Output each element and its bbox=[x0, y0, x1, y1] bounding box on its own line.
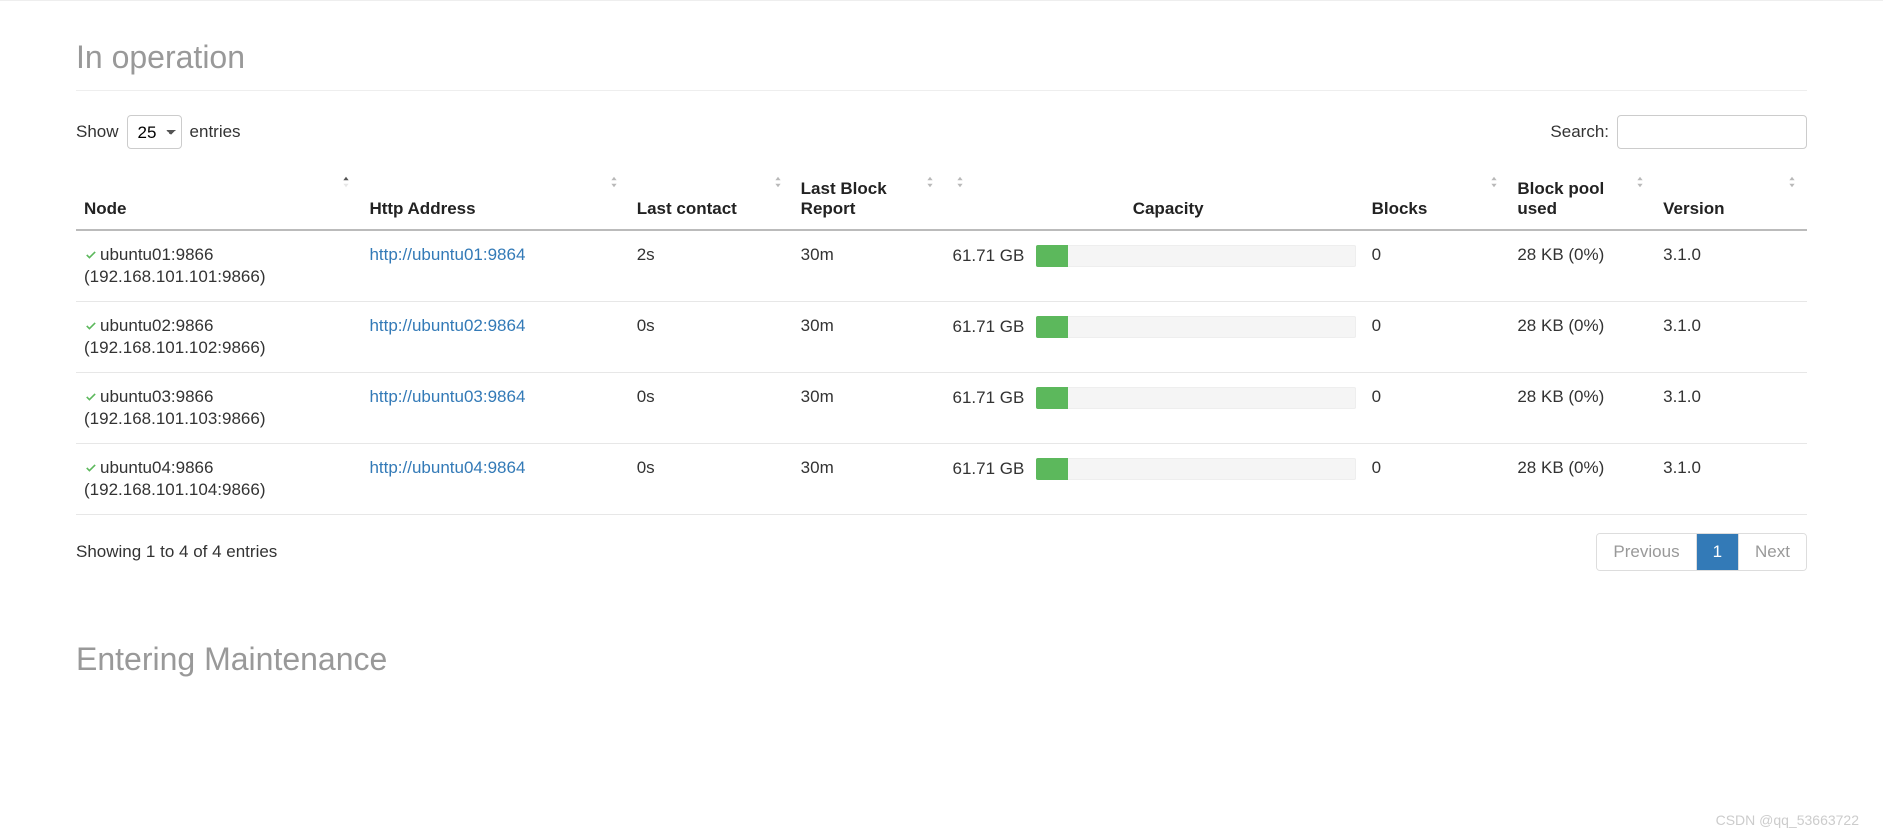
http-address-link[interactable]: http://ubuntu02:9864 bbox=[369, 316, 525, 335]
show-label: Show bbox=[76, 122, 119, 142]
col-last-contact[interactable]: Last contact bbox=[629, 169, 793, 230]
last-block-report-value: 30m bbox=[801, 245, 834, 264]
section-in-operation: In operation bbox=[76, 39, 1807, 91]
version-value: 3.1.0 bbox=[1663, 387, 1701, 406]
col-last-contact-label: Last contact bbox=[637, 199, 737, 218]
search-control: Search: bbox=[1550, 115, 1807, 149]
last-contact-value: 0s bbox=[637, 387, 655, 406]
blocks-value: 0 bbox=[1372, 245, 1381, 264]
section-entering-maintenance: Entering Maintenance bbox=[76, 641, 1807, 692]
search-input[interactable] bbox=[1617, 115, 1807, 149]
datanode-table: Node Http Address Last contact bbox=[76, 169, 1807, 515]
version-value: 3.1.0 bbox=[1663, 245, 1701, 264]
col-capacity[interactable]: Capacity bbox=[945, 169, 1364, 230]
node-name: ubuntu03:9866 bbox=[100, 387, 213, 406]
blocks-value: 0 bbox=[1372, 387, 1381, 406]
capacity-bar-fill bbox=[1036, 316, 1068, 338]
sort-icon bbox=[1785, 175, 1799, 189]
table-row: ubuntu04:9866 (192.168.101.104:9866) htt… bbox=[76, 444, 1807, 515]
search-label: Search: bbox=[1550, 122, 1609, 142]
node-address: (192.168.101.101:9866) bbox=[84, 267, 266, 286]
table-row: ubuntu01:9866 (192.168.101.101:9866) htt… bbox=[76, 230, 1807, 302]
node-name: ubuntu04:9866 bbox=[100, 458, 213, 477]
http-address-link[interactable]: http://ubuntu03:9864 bbox=[369, 387, 525, 406]
col-blocks[interactable]: Blocks bbox=[1364, 169, 1510, 230]
capacity-value: 61.71 GB bbox=[953, 459, 1025, 479]
last-block-report-value: 30m bbox=[801, 316, 834, 335]
col-http-address[interactable]: Http Address bbox=[361, 169, 628, 230]
capacity-bar-fill bbox=[1036, 245, 1068, 267]
sort-icon bbox=[607, 175, 621, 189]
capacity-value: 61.71 GB bbox=[953, 317, 1025, 337]
entries-label: entries bbox=[190, 122, 241, 142]
capacity-bar bbox=[1036, 245, 1355, 267]
capacity-bar bbox=[1036, 316, 1355, 338]
sort-asc-icon bbox=[339, 175, 353, 189]
next-button[interactable]: Next bbox=[1738, 534, 1806, 570]
col-block-pool-used[interactable]: Block pool used bbox=[1509, 169, 1655, 230]
node-address: (192.168.101.104:9866) bbox=[84, 480, 266, 499]
last-contact-value: 2s bbox=[637, 245, 655, 264]
page-1-button[interactable]: 1 bbox=[1696, 534, 1738, 570]
table-info: Showing 1 to 4 of 4 entries bbox=[76, 542, 277, 562]
capacity-bar-fill bbox=[1036, 387, 1068, 409]
block-pool-used-value: 28 KB (0%) bbox=[1517, 458, 1604, 477]
block-pool-used-value: 28 KB (0%) bbox=[1517, 245, 1604, 264]
entries-length-control: Show 25 entries bbox=[76, 115, 241, 149]
col-http-label: Http Address bbox=[369, 199, 475, 218]
watermark: CSDN @qq_53663722 bbox=[1716, 812, 1859, 828]
blocks-value: 0 bbox=[1372, 458, 1381, 477]
block-pool-used-value: 28 KB (0%) bbox=[1517, 316, 1604, 335]
node-name: ubuntu02:9866 bbox=[100, 316, 213, 335]
col-capacity-label: Capacity bbox=[1133, 199, 1204, 218]
last-contact-value: 0s bbox=[637, 458, 655, 477]
col-last-block-report[interactable]: Last Block Report bbox=[793, 169, 945, 230]
http-address-link[interactable]: http://ubuntu04:9864 bbox=[369, 458, 525, 477]
check-icon bbox=[84, 318, 98, 338]
previous-button[interactable]: Previous bbox=[1597, 534, 1695, 570]
http-address-link[interactable]: http://ubuntu01:9864 bbox=[369, 245, 525, 264]
sort-icon bbox=[771, 175, 785, 189]
check-icon bbox=[84, 389, 98, 409]
col-node-label: Node bbox=[84, 199, 127, 218]
sort-icon bbox=[923, 175, 937, 189]
node-address: (192.168.101.103:9866) bbox=[84, 409, 266, 428]
col-blocks-label: Blocks bbox=[1372, 199, 1428, 218]
sort-icon bbox=[1633, 175, 1647, 189]
sort-icon bbox=[1487, 175, 1501, 189]
block-pool-used-value: 28 KB (0%) bbox=[1517, 387, 1604, 406]
node-name: ubuntu01:9866 bbox=[100, 245, 213, 264]
sort-icon bbox=[953, 175, 967, 189]
last-block-report-value: 30m bbox=[801, 458, 834, 477]
col-node[interactable]: Node bbox=[76, 169, 361, 230]
capacity-bar-fill bbox=[1036, 458, 1068, 480]
version-value: 3.1.0 bbox=[1663, 458, 1701, 477]
col-version-label: Version bbox=[1663, 199, 1724, 218]
table-row: ubuntu02:9866 (192.168.101.102:9866) htt… bbox=[76, 302, 1807, 373]
last-block-report-value: 30m bbox=[801, 387, 834, 406]
col-last-block-report-label: Last Block Report bbox=[801, 179, 887, 218]
version-value: 3.1.0 bbox=[1663, 316, 1701, 335]
capacity-value: 61.71 GB bbox=[953, 388, 1025, 408]
capacity-bar bbox=[1036, 387, 1355, 409]
pagination: Previous 1 Next bbox=[1596, 533, 1807, 571]
check-icon bbox=[84, 460, 98, 480]
capacity-value: 61.71 GB bbox=[953, 246, 1025, 266]
last-contact-value: 0s bbox=[637, 316, 655, 335]
col-block-pool-used-label: Block pool used bbox=[1517, 179, 1604, 218]
check-icon bbox=[84, 247, 98, 267]
col-version[interactable]: Version bbox=[1655, 169, 1807, 230]
capacity-bar bbox=[1036, 458, 1355, 480]
table-row: ubuntu03:9866 (192.168.101.103:9866) htt… bbox=[76, 373, 1807, 444]
node-address: (192.168.101.102:9866) bbox=[84, 338, 266, 357]
blocks-value: 0 bbox=[1372, 316, 1381, 335]
entries-select[interactable]: 25 bbox=[127, 115, 182, 149]
